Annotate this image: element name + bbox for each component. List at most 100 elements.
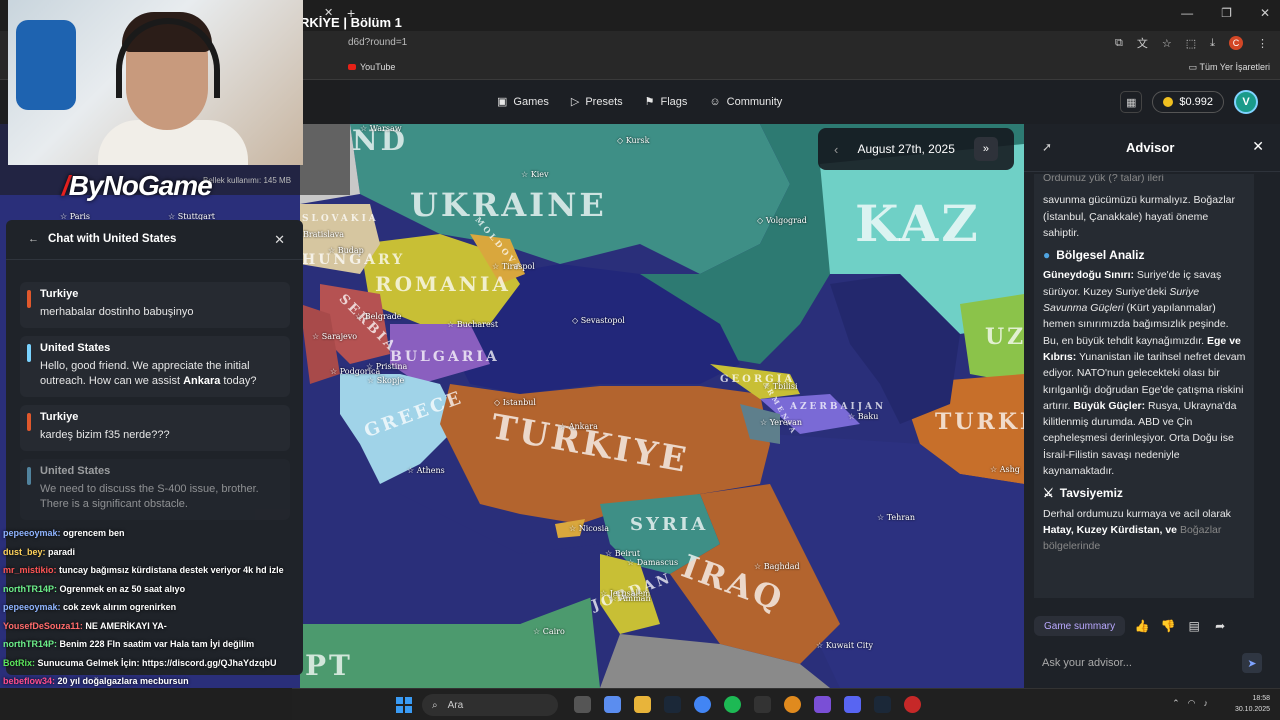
city-kursk[interactable]: ◇ Kursk (617, 136, 649, 145)
fast-forward-button[interactable]: » (973, 137, 998, 161)
translate-icon[interactable]: 文 (1137, 35, 1148, 51)
nav-right: ▦ $0.992 V (1120, 90, 1258, 114)
city-beirut[interactable]: ☆ Beirut (605, 549, 640, 558)
nav-flags-label: Flags (660, 95, 688, 108)
city-tbilisi[interactable]: ☆ Tbilisi (763, 382, 798, 391)
city-nicosia[interactable]: ☆ Nicosia (569, 524, 609, 533)
city-baku[interactable]: ☆ Baku (848, 412, 878, 421)
city-damascus[interactable]: ☆ Damascus (627, 558, 678, 567)
chat-username: dust_bey: (3, 546, 46, 557)
thumbs-down-icon[interactable]: 👎 (1159, 619, 1177, 633)
city-yerevan[interactable]: ☆ Yerevan (760, 418, 802, 427)
city-ashgabat[interactable]: ☆ Ashg (990, 465, 1020, 474)
memory-usage: Bellek kullanımı: 145 MB (203, 176, 292, 185)
cast-icon[interactable]: ⧉ (1115, 37, 1123, 50)
nav-presets[interactable]: ▷ Presets (571, 95, 623, 109)
city-sarajevo[interactable]: ☆ Sarajevo (312, 332, 357, 341)
city-skopje[interactable]: ☆ Skopje (367, 376, 404, 385)
chevron-up-icon[interactable]: ⌃ (1172, 698, 1180, 709)
thumbs-up-icon[interactable]: 👍 (1133, 619, 1151, 633)
city-istanbul[interactable]: ◇ Istanbul (494, 398, 536, 407)
app-icon[interactable] (814, 696, 831, 713)
city-cairo[interactable]: ☆ Cairo (533, 627, 565, 636)
city-pristina[interactable]: ☆ Pristina (366, 362, 407, 371)
city-athens[interactable]: ☆ Athens (407, 466, 445, 475)
spotify-icon[interactable] (724, 696, 741, 713)
maximize-icon[interactable]: ❐ (1221, 6, 1232, 20)
user-avatar[interactable]: V (1234, 90, 1258, 114)
clock-date: 30.10.2025 (1234, 706, 1270, 713)
city-baghdad[interactable]: ☆ Baghdad (754, 562, 800, 571)
epic-games-icon[interactable] (754, 696, 771, 713)
download-icon[interactable]: ⤓ (1210, 37, 1215, 50)
steam-icon[interactable] (664, 696, 681, 713)
share-icon[interactable]: ➦ (1211, 619, 1229, 633)
city-nicosia-label: Nicosia (578, 524, 610, 533)
chrome-icon[interactable] (694, 696, 711, 713)
obs-icon[interactable] (904, 696, 921, 713)
city-kuwait-label: Kuwait City (825, 641, 874, 650)
city-warsaw[interactable]: ☆ Warsaw (360, 124, 402, 133)
city-bucharest[interactable]: ☆ Bucharest (447, 320, 498, 329)
taskbar-search[interactable]: ⌕ Ara (422, 694, 558, 716)
text-recommendation-1: Derhal ordumuzu kurmaya ve acil olarak (1043, 507, 1231, 520)
window-close-icon[interactable]: ✕ (1260, 6, 1270, 20)
city-volgograd[interactable]: ◇ Volgograd (757, 216, 807, 225)
extensions-icon[interactable]: ⬚ (1186, 37, 1196, 50)
advisor-header: ➚ Advisor ✕ (1024, 124, 1280, 172)
windows-start-icon[interactable] (396, 697, 412, 713)
chat-close-icon[interactable]: ✕ (274, 232, 285, 248)
steam-icon-2[interactable] (874, 696, 891, 713)
city-yerevan-label: Yerevan (769, 418, 803, 427)
nav-games[interactable]: ▣ Games (497, 95, 549, 109)
stream-chat-line: dust_bey: paradi (0, 546, 300, 558)
message-sender: United States (40, 465, 111, 477)
file-explorer-icon[interactable] (634, 696, 651, 713)
all-bookmarks-label: Tüm Yer İşaretleri (1199, 62, 1270, 72)
advisor-close-icon[interactable]: ✕ (1252, 138, 1264, 155)
bookmark-youtube[interactable]: YouTube (348, 62, 395, 72)
discord-icon[interactable] (844, 696, 861, 713)
city-cairo-label: Cairo (542, 627, 565, 636)
city-amman[interactable]: ☆ Amman (610, 594, 651, 603)
city-tiraspol[interactable]: ☆ Tiraspol (492, 262, 535, 271)
all-bookmarks[interactable]: ▭ Tüm Yer İşaretleri (1189, 62, 1270, 73)
city-belgrade[interactable]: ☆ Belgrade (355, 312, 401, 321)
city-ankara[interactable]: ☆ Ankara (559, 422, 598, 431)
volume-icon[interactable]: ♪ (1204, 698, 1209, 709)
copilot-icon[interactable] (604, 696, 621, 713)
game-summary-button[interactable]: Game summary (1034, 616, 1126, 636)
city-sevastopol[interactable]: ◇ Sevastopol (572, 316, 625, 325)
system-tray: ⌃ ◠ ♪ (1172, 698, 1208, 709)
label-syria: SYRIA (630, 514, 709, 535)
balance-button[interactable]: $0.992 (1152, 91, 1224, 113)
label-great-powers: Büyük Güçler: (1073, 399, 1146, 412)
tab-title[interactable]: RKİYE | Bölüm 1 (300, 15, 402, 30)
youtube-icon (348, 64, 356, 70)
city-sevastopol-label: Sevastopol (580, 316, 625, 325)
city-budapest[interactable]: ☆ Budap (328, 246, 364, 255)
menu-icon[interactable]: ⋮ (1257, 37, 1268, 50)
prev-date-icon[interactable]: ‹ (834, 142, 838, 157)
city-kuwait[interactable]: ☆ Kuwait City (816, 641, 873, 650)
task-view-icon[interactable] (574, 696, 591, 713)
nav-flags[interactable]: ⚑ Flags (645, 95, 688, 109)
city-bratislava[interactable]: Bratislava (303, 230, 344, 239)
nav-community[interactable]: ☺ Community (709, 95, 782, 108)
taskbar-clock[interactable]: 18:58 30.10.2025 (1235, 693, 1270, 715)
profile-avatar[interactable]: C (1229, 36, 1243, 50)
minimize-icon[interactable]: — (1181, 6, 1193, 20)
advisor-input[interactable]: Ask your advisor... ➤ (1034, 650, 1270, 676)
browser-icon[interactable] (784, 696, 801, 713)
gift-button[interactable]: ▦ (1120, 91, 1143, 113)
city-kiev[interactable]: ☆ Kiev (521, 170, 549, 179)
back-arrow-icon[interactable]: ← (28, 233, 39, 245)
city-tehran[interactable]: ☆ Tehran (877, 513, 915, 522)
stream-chat-line: pepeeoymak: cok zevk alırım ogrenirken (0, 601, 300, 613)
star-icon[interactable]: ☆ (1162, 37, 1172, 50)
send-button[interactable]: ➤ (1242, 653, 1262, 673)
url-text[interactable]: d6d?round=1 (348, 37, 407, 48)
comment-icon[interactable]: ▤ (1185, 619, 1203, 633)
wifi-icon[interactable]: ◠ (1188, 698, 1196, 709)
chat-title: Chat with United States (48, 233, 177, 245)
